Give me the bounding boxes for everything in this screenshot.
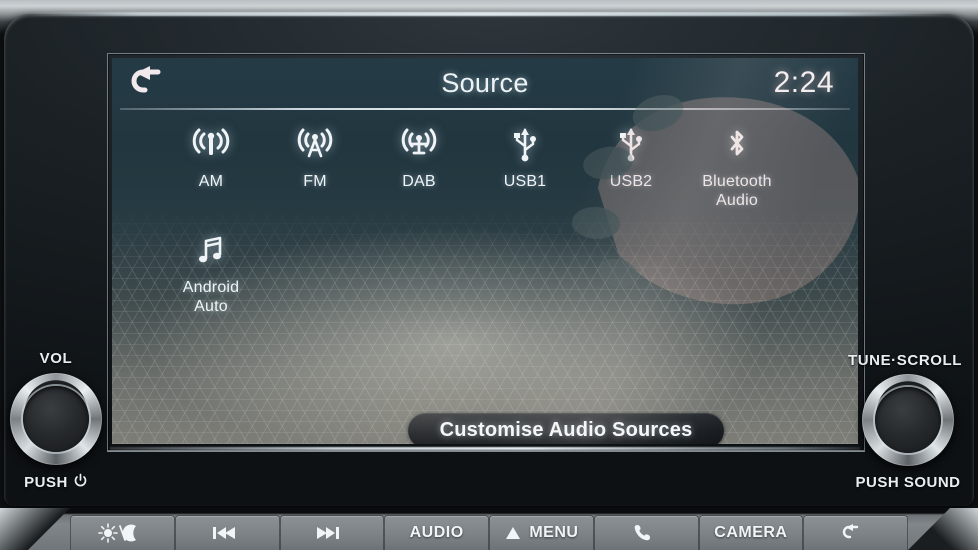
hardware-button-bar: AUDIO MENU CAMERA (0, 508, 978, 550)
source-row-2: Android Auto (158, 230, 858, 322)
push-sound-label: PUSH SOUND (855, 474, 961, 491)
audio-button-label: AUDIO (409, 524, 464, 541)
customise-audio-sources-button[interactable]: Customise Audio Sources (408, 413, 724, 444)
phone-button[interactable] (594, 516, 698, 550)
source-label: USB2 (609, 173, 653, 190)
source-label: AM (198, 173, 224, 190)
source-tile-bluetooth-audio[interactable]: Bluetooth Audio (684, 124, 790, 216)
camera-button[interactable]: CAMERA (699, 516, 803, 550)
clock: 2:24 (773, 66, 834, 99)
bar-end-left (0, 508, 70, 550)
power-icon (73, 473, 88, 492)
tune-scroll-knob-group: TUNE·SCROLL PUSH SOUND (846, 352, 970, 491)
audio-button[interactable]: AUDIO (385, 516, 488, 550)
source-tile-fm[interactable]: FM (262, 124, 368, 216)
back-button[interactable] (804, 516, 907, 550)
menu-triangle-icon (504, 525, 522, 541)
volume-knob-group: VOL PUSH (10, 350, 106, 492)
volume-knob[interactable] (10, 373, 102, 465)
volume-push-label-group: PUSH (6, 473, 106, 492)
screen-ui: Source 2:24 AM FM DAB USB1 USB2 Bluetoot… (112, 58, 858, 444)
source-label: DAB (402, 173, 436, 190)
phone-icon (633, 523, 653, 543)
next-track-button[interactable] (280, 516, 384, 550)
usb-icon (510, 124, 540, 164)
source-label: Bluetooth Audio (702, 173, 772, 209)
volume-push-label: PUSH (24, 474, 68, 491)
screen-bottom-trim (110, 447, 860, 450)
menu-button[interactable]: MENU (490, 516, 593, 550)
source-label: Android Auto (182, 279, 240, 315)
radio-antenna-icon (191, 124, 231, 164)
skip-back-icon (211, 524, 237, 542)
bezel-chrome-trim (30, 12, 946, 16)
back-arrow-icon (840, 524, 864, 542)
brightness-button[interactable] (71, 516, 174, 550)
usb-icon (616, 124, 646, 164)
dab-satellite-icon (399, 124, 439, 164)
source-tile-dab[interactable]: DAB (366, 124, 472, 216)
skip-forward-icon (315, 524, 341, 542)
tune-scroll-knob-label: TUNE·SCROLL (847, 352, 963, 369)
radio-tower-icon (295, 124, 335, 164)
source-row-1: AM FM DAB USB1 USB2 Bluetooth Audio (112, 124, 858, 216)
tune-scroll-knob[interactable] (862, 374, 954, 466)
music-note-icon (194, 230, 228, 270)
volume-knob-label: VOL (39, 350, 73, 367)
title-separator (120, 108, 850, 110)
dashboard-panel: Source 2:24 AM FM DAB USB1 USB2 Bluetoot… (0, 0, 978, 550)
sun-moon-icon (98, 523, 140, 543)
customise-button-label: Customise Audio Sources (439, 419, 693, 441)
source-tile-usb2[interactable]: USB2 (578, 124, 684, 216)
title-bar: Source 2:24 (112, 58, 858, 106)
source-label: FM (303, 173, 327, 190)
infotainment-screen[interactable]: Source 2:24 AM FM DAB USB1 USB2 Bluetoot… (112, 58, 858, 444)
source-grid: AM FM DAB USB1 USB2 Bluetooth Audio Andr… (158, 124, 858, 322)
camera-button-label: CAMERA (714, 524, 788, 541)
bluetooth-icon (723, 124, 751, 164)
source-tile-android-auto[interactable]: Android Auto (158, 230, 264, 322)
menu-button-label: MENU (529, 524, 579, 541)
source-tile-am[interactable]: AM (158, 124, 264, 216)
page-title: Source (441, 68, 529, 98)
source-tile-usb1[interactable]: USB1 (472, 124, 578, 216)
bar-end-right (908, 508, 978, 550)
prev-track-button[interactable] (175, 516, 279, 550)
source-label: USB1 (503, 173, 547, 190)
